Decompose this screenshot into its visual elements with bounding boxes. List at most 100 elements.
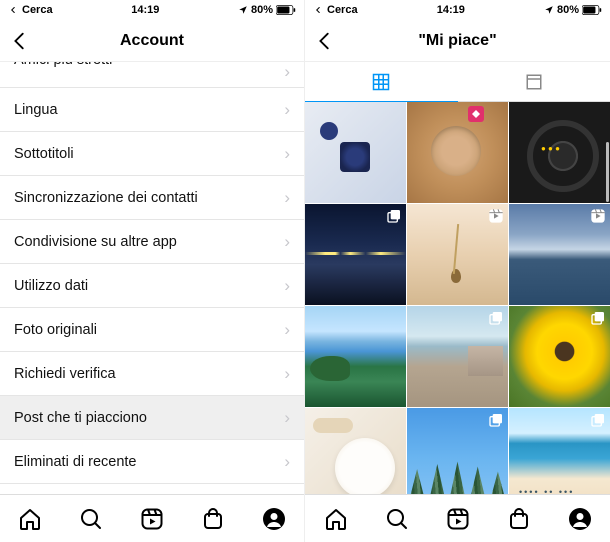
nav-shop-button[interactable] <box>201 507 225 531</box>
liked-post-thumbnail[interactable] <box>407 408 508 494</box>
breadcrumb-chevron-icon <box>313 5 323 15</box>
settings-row[interactable]: Post che ti piacciono › <box>0 396 304 440</box>
battery-icon <box>582 5 602 15</box>
reels-icon <box>446 507 470 531</box>
liked-post-thumbnail[interactable] <box>509 204 610 305</box>
page-title: "Mi piace" <box>418 32 496 50</box>
chevron-right-icon: › <box>284 188 290 208</box>
settings-row-label: Post che ti piacciono <box>14 410 147 426</box>
liked-post-thumbnail[interactable] <box>509 408 610 494</box>
chevron-right-icon: › <box>284 232 290 252</box>
liked-post-thumbnail[interactable] <box>305 102 406 203</box>
multi-badge-icon <box>386 208 402 224</box>
reels-icon <box>140 507 164 531</box>
scroll-indicator[interactable] <box>606 142 609 202</box>
page-title: Account <box>120 32 184 50</box>
settings-row-label: Sottotitoli <box>14 146 74 162</box>
liked-posts-screen: Cerca 14:19 80% "Mi piace" <box>305 0 610 542</box>
settings-row[interactable]: Sottotitoli› <box>0 132 304 176</box>
status-bar: Cerca 14:19 80% <box>305 0 610 20</box>
chevron-right-icon: › <box>284 408 290 428</box>
chevron-right-icon: › <box>284 320 290 340</box>
settings-row-label: Amici più stretti <box>14 62 112 68</box>
chevron-right-icon: › <box>284 276 290 296</box>
status-time: 14:19 <box>131 4 159 16</box>
settings-list: Amici più stretti›Lingua›Sottotitoli›Sin… <box>0 62 304 494</box>
liked-post-thumbnail[interactable] <box>407 204 508 305</box>
chevron-right-icon: › <box>284 62 290 82</box>
liked-post-thumbnail[interactable] <box>407 102 508 203</box>
location-icon <box>544 5 554 15</box>
back-button[interactable] <box>313 29 337 53</box>
multi-badge-icon <box>488 412 504 428</box>
settings-row-label: Lingua <box>14 102 58 118</box>
breadcrumb-chevron-icon <box>8 5 18 15</box>
settings-link[interactable]: Cambia il tipo di account <box>0 484 304 494</box>
status-search: Cerca <box>327 4 358 16</box>
tab-grid[interactable] <box>305 62 458 102</box>
settings-row-label: Foto originali <box>14 322 97 338</box>
settings-row[interactable]: Condivisione su altre app › <box>0 220 304 264</box>
account-settings-screen: Cerca 14:19 80% Account Amici più strett… <box>0 0 305 542</box>
liked-post-thumbnail[interactable] <box>305 408 406 494</box>
status-battery: 80% <box>557 4 579 16</box>
home-icon <box>324 507 348 531</box>
nav-reels-button[interactable] <box>446 507 470 531</box>
nav-reels-button[interactable] <box>140 507 164 531</box>
liked-post-thumbnail[interactable] <box>305 204 406 305</box>
settings-row[interactable]: Eliminati di recente› <box>0 440 304 484</box>
settings-row-label: Condivisione su altre app <box>14 234 177 250</box>
settings-row[interactable]: Lingua › <box>0 88 304 132</box>
nav-search-button[interactable] <box>385 507 409 531</box>
feed-icon <box>525 73 543 91</box>
nav-profile-button[interactable] <box>568 507 592 531</box>
liked-post-thumbnail[interactable] <box>305 306 406 407</box>
nav-home-button[interactable] <box>18 507 42 531</box>
settings-row[interactable]: Richiedi verifica › <box>0 352 304 396</box>
chevron-left-icon <box>314 30 336 52</box>
reel-badge-icon <box>590 208 606 224</box>
search-icon <box>385 507 409 531</box>
shop-icon <box>201 507 225 531</box>
home-icon <box>18 507 42 531</box>
nav-header: "Mi piace" <box>305 20 610 62</box>
liked-post-thumbnail[interactable] <box>407 306 508 407</box>
status-time: 14:19 <box>437 4 465 16</box>
chevron-right-icon: › <box>284 452 290 472</box>
chevron-left-icon <box>9 30 31 52</box>
chevron-right-icon: › <box>284 364 290 384</box>
liked-grid <box>305 102 610 494</box>
settings-row[interactable]: Amici più stretti › <box>0 62 304 88</box>
grid-icon <box>372 73 390 91</box>
back-button[interactable] <box>8 29 32 53</box>
settings-row-label: Richiedi verifica <box>14 366 116 382</box>
reel-badge-icon <box>488 208 504 224</box>
multi-badge-icon <box>590 310 606 326</box>
nav-profile-button[interactable] <box>262 507 286 531</box>
brand-badge-icon <box>468 106 484 122</box>
profile-icon <box>262 507 286 531</box>
status-search: Cerca <box>22 4 53 16</box>
settings-row[interactable]: Utilizzo dati › <box>0 264 304 308</box>
settings-row[interactable]: Foto originali › <box>0 308 304 352</box>
tab-feed[interactable] <box>458 62 610 102</box>
battery-icon <box>276 5 296 15</box>
liked-post-thumbnail[interactable] <box>509 306 610 407</box>
location-icon <box>238 5 248 15</box>
profile-icon <box>568 507 592 531</box>
settings-row[interactable]: Sincronizzazione dei contatti › <box>0 176 304 220</box>
status-battery: 80% <box>251 4 273 16</box>
settings-row-label: Sincronizzazione dei contatti <box>14 190 198 206</box>
bottom-nav <box>0 494 304 542</box>
nav-shop-button[interactable] <box>507 507 531 531</box>
bottom-nav <box>305 494 610 542</box>
chevron-right-icon: › <box>284 100 290 120</box>
liked-post-thumbnail[interactable] <box>509 102 610 203</box>
view-tabs <box>305 62 610 102</box>
search-icon <box>79 507 103 531</box>
nav-search-button[interactable] <box>79 507 103 531</box>
settings-row-label: Utilizzo dati <box>14 278 88 294</box>
nav-home-button[interactable] <box>324 507 348 531</box>
status-bar: Cerca 14:19 80% <box>0 0 304 20</box>
nav-header: Account <box>0 20 304 62</box>
